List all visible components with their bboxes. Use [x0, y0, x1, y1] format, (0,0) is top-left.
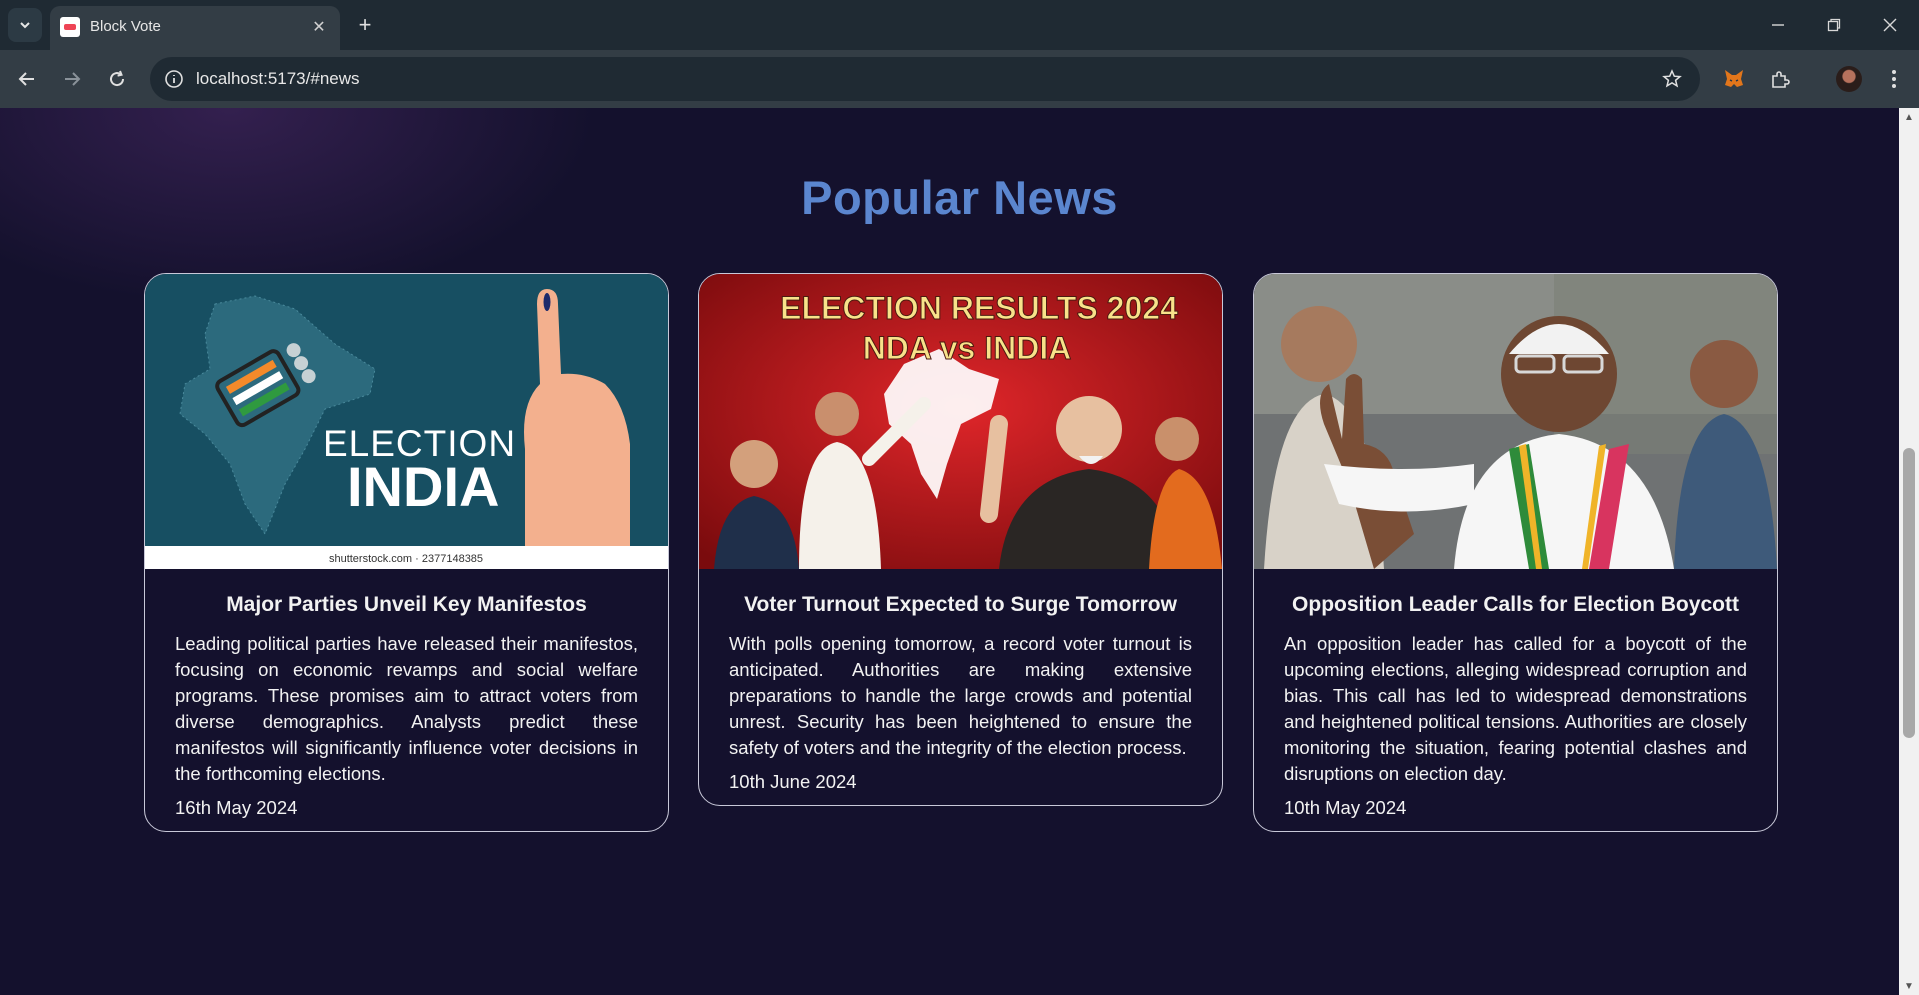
news-card-body: Major Parties Unveil Key Manifestos Lead…	[145, 569, 668, 831]
image-headline-1: ELECTION RESULTS 2024	[780, 290, 1178, 326]
news-card[interactable]: Opposition Leader Calls for Election Boy…	[1253, 273, 1778, 832]
restore-button[interactable]	[1814, 8, 1854, 42]
news-card[interactable]: ELECTION RESULTS 2024 NDA vs INDIA Voter…	[698, 273, 1223, 806]
tab-title: Block Vote	[90, 18, 161, 35]
image-credit: shutterstock.com · 2377148385	[329, 553, 483, 565]
browser-tab[interactable]: Block Vote ✕	[50, 6, 340, 50]
image-headline-2: NDA vs INDIA	[863, 330, 1072, 366]
browser-toolbar: localhost:5173/#news	[0, 50, 1919, 108]
arrow-left-icon	[18, 72, 34, 86]
more-vertical-icon	[1892, 70, 1896, 88]
browser-menu-button[interactable]	[1877, 62, 1911, 96]
favicon-icon	[60, 17, 80, 37]
chevron-down-icon	[20, 22, 30, 29]
news-card-description: With polls opening tomorrow, a record vo…	[729, 633, 1192, 758]
image-text-india: INDIA	[347, 455, 499, 518]
new-tab-button[interactable]: +	[352, 12, 378, 38]
section-title: Popular News	[801, 171, 1118, 224]
news-card-title[interactable]: Opposition Leader Calls for Election Boy…	[1284, 593, 1747, 617]
news-card[interactable]: ELECTION INDIA shutterstock.com · 237714…	[144, 273, 669, 832]
site-info-icon[interactable]	[162, 67, 186, 91]
news-card-date: 10th June 2024	[729, 771, 857, 792]
reload-icon	[110, 70, 125, 87]
restore-icon	[1827, 18, 1841, 32]
page-scrollbar[interactable]: ▲ ▼	[1899, 108, 1919, 995]
news-image-election-india: ELECTION INDIA shutterstock.com · 237714…	[145, 274, 668, 569]
news-image-opposition-leader	[1254, 274, 1777, 569]
news-card-description: Leading political parties have released …	[175, 633, 638, 784]
scroll-up-arrow-icon[interactable]: ▲	[1899, 108, 1919, 126]
news-card-date: 10th May 2024	[1284, 797, 1407, 818]
news-card-date: 16th May 2024	[175, 797, 298, 818]
reload-button[interactable]	[100, 62, 134, 96]
back-button[interactable]	[10, 62, 44, 96]
minimize-icon	[1772, 24, 1784, 26]
page-viewport: Popular News ELECTION INDIA shutterstock…	[0, 108, 1899, 995]
browser-tab-strip: Block Vote ✕ +	[0, 0, 1919, 50]
news-image-election-results: ELECTION RESULTS 2024 NDA vs INDIA	[699, 274, 1222, 569]
close-window-button[interactable]	[1870, 8, 1910, 42]
profile-avatar[interactable]	[1836, 66, 1862, 92]
tab-search-button[interactable]	[8, 8, 42, 42]
url-text: localhost:5173/#news	[196, 69, 360, 88]
news-card-body: Opposition Leader Calls for Election Boy…	[1254, 569, 1777, 831]
minimize-button[interactable]	[1758, 8, 1798, 42]
metamask-extension-icon[interactable]	[1717, 62, 1751, 96]
forward-button[interactable]	[55, 62, 89, 96]
scroll-down-arrow-icon[interactable]: ▼	[1899, 977, 1919, 995]
close-icon	[1883, 18, 1897, 32]
news-card-description: An opposition leader has called for a bo…	[1284, 633, 1747, 784]
bookmark-star-icon[interactable]	[1660, 67, 1684, 91]
arrow-right-icon	[65, 72, 81, 86]
address-bar[interactable]: localhost:5173/#news	[150, 57, 1700, 101]
news-card-title[interactable]: Voter Turnout Expected to Surge Tomorrow	[729, 593, 1192, 617]
news-card-body: Voter Turnout Expected to Surge Tomorrow…	[699, 569, 1222, 805]
extensions-puzzle-icon[interactable]	[1763, 62, 1797, 96]
scrollbar-thumb[interactable]	[1903, 448, 1915, 738]
news-card-title[interactable]: Major Parties Unveil Key Manifestos	[175, 593, 638, 617]
close-tab-icon[interactable]: ✕	[308, 16, 330, 38]
